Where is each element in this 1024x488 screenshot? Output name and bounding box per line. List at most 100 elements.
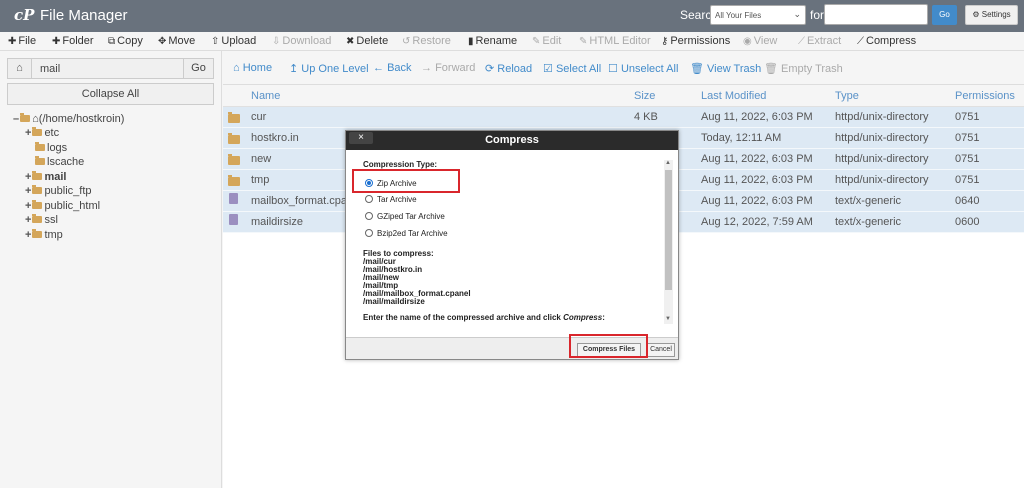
- tree-item-etc[interactable]: + etc: [25, 127, 59, 139]
- home-icon: ⌂: [233, 62, 240, 74]
- copy-button[interactable]: ⧉ Copy: [108, 35, 143, 47]
- column-type[interactable]: Type: [835, 90, 859, 102]
- close-icon: ✖: [346, 36, 355, 47]
- expand-icon[interactable]: +: [25, 214, 31, 226]
- gzip-archive-label[interactable]: GZiped Tar Archive: [377, 212, 445, 221]
- arrow-left-icon: ←: [373, 62, 384, 74]
- column-size[interactable]: Size: [634, 90, 655, 102]
- folder-icon: [32, 214, 43, 223]
- table-header: Name Size Last Modified Type Permissions: [223, 85, 1024, 107]
- compression-type-label: Compression Type:: [363, 160, 438, 169]
- cell-modified: Today, 12:11 AM: [701, 132, 782, 144]
- compress-button[interactable]: ⟋ Compress: [857, 35, 916, 47]
- tar-archive-label[interactable]: Tar Archive: [377, 195, 417, 204]
- cancel-button[interactable]: Cancel: [647, 343, 675, 357]
- search-scope-select[interactable]: All Your Files ⌄: [710, 5, 806, 25]
- instruction-suffix: :: [602, 313, 605, 322]
- view-trash-button[interactable]: 🗑 View Trash: [690, 62, 761, 75]
- home-button[interactable]: ⌂ Home: [233, 62, 272, 74]
- reload-button[interactable]: ⟳ Reload: [485, 62, 532, 75]
- folder-icon: [227, 112, 242, 126]
- search-go-button[interactable]: Go: [932, 5, 957, 25]
- tree-item-public-html[interactable]: + public_html: [25, 200, 100, 212]
- cpanel-logo[interactable]: cP: [14, 6, 34, 24]
- path-go-button[interactable]: Go: [183, 59, 213, 78]
- bzip2-archive-radio[interactable]: [365, 229, 373, 237]
- permissions-button[interactable]: ⚷ Permissions: [661, 35, 730, 47]
- tree-item-public-ftp[interactable]: + public_ftp: [25, 185, 92, 197]
- cell-name: hostkro.in: [251, 132, 299, 144]
- unselect-all-button[interactable]: ☐ Unselect All: [608, 62, 678, 75]
- empty-trash-button[interactable]: 🗑 Empty Trash: [764, 62, 843, 75]
- home-icon[interactable]: ⌂: [8, 59, 32, 78]
- dialog-scrollbar[interactable]: ▲ ▼: [664, 160, 673, 324]
- cell-perms: 0751: [955, 153, 980, 165]
- expand-icon[interactable]: +: [25, 171, 31, 183]
- folder-icon: [35, 156, 45, 165]
- folder-icon: [35, 142, 45, 151]
- search-input[interactable]: [824, 4, 928, 25]
- search-scope-value: All Your Files: [715, 11, 762, 20]
- restore-button[interactable]: ↺ Restore: [402, 35, 451, 47]
- cell-modified: Aug 11, 2022, 6:03 PM: [701, 174, 813, 186]
- new-file-button[interactable]: ✚ File: [8, 35, 36, 47]
- html-editor-button[interactable]: ✎ HTML Editor: [579, 35, 651, 47]
- expand-icon[interactable]: +: [25, 185, 31, 197]
- cell-modified: Aug 11, 2022, 6:03 PM: [701, 111, 813, 123]
- edit-button[interactable]: ✎ Edit: [532, 35, 561, 47]
- forward-button[interactable]: → Forward: [421, 62, 475, 74]
- delete-button[interactable]: ✖ Delete: [346, 35, 388, 47]
- scroll-thumb[interactable]: [665, 170, 672, 290]
- expand-icon[interactable]: +: [25, 127, 31, 139]
- folder-icon: [32, 171, 43, 180]
- gear-icon: ⚙: [972, 10, 980, 19]
- extract-button[interactable]: ⟋ Extract: [798, 35, 841, 47]
- up-one-level-button[interactable]: ↥ Up One Level: [289, 62, 369, 75]
- tar-archive-radio[interactable]: [365, 195, 373, 203]
- folder-icon: [227, 175, 242, 189]
- upload-button[interactable]: ⇧ Upload: [211, 35, 256, 47]
- table-row[interactable]: cur 4 KB Aug 11, 2022, 6:03 PM httpd/uni…: [223, 107, 1024, 128]
- edit-label: Edit: [542, 35, 562, 47]
- cell-modified: Aug 11, 2022, 6:03 PM: [701, 195, 813, 207]
- rename-button[interactable]: ▮ Rename: [468, 35, 517, 47]
- column-name[interactable]: Name: [251, 90, 280, 102]
- compress-files-highlight: [569, 334, 648, 358]
- column-permissions[interactable]: Permissions: [955, 90, 1015, 102]
- cell-modified: Aug 11, 2022, 6:03 PM: [701, 153, 813, 165]
- view-button[interactable]: ◉ View: [743, 35, 777, 47]
- download-button[interactable]: ⇩ Download: [272, 35, 331, 47]
- column-last-modified[interactable]: Last Modified: [701, 90, 766, 102]
- expand-icon[interactable]: +: [25, 200, 31, 212]
- settings-button[interactable]: ⚙ Settings: [965, 5, 1018, 25]
- tree-item-mail[interactable]: + mail: [25, 171, 66, 183]
- tree-item-lscache[interactable]: lscache: [34, 156, 84, 168]
- path-input[interactable]: mail: [40, 63, 60, 75]
- tree-item-tmp[interactable]: + tmp: [25, 229, 63, 241]
- cell-modified: Aug 12, 2022, 7:59 AM: [701, 216, 813, 228]
- checkbox-checked-icon: ☑: [543, 63, 553, 75]
- compress-dialog: Compress × Compression Type: Zip Archive…: [345, 130, 679, 360]
- expand-icon[interactable]: +: [25, 229, 31, 241]
- tree-item-ssl[interactable]: + ssl: [25, 214, 58, 226]
- collapse-all-button[interactable]: Collapse All: [7, 83, 214, 105]
- select-all-label: Select All: [555, 63, 602, 75]
- scroll-up-icon[interactable]: ▲: [665, 160, 671, 166]
- tree-item-logs[interactable]: logs: [34, 142, 67, 154]
- collapse-icon[interactable]: –: [13, 113, 19, 125]
- dialog-header: Compress ×: [346, 131, 678, 150]
- empty-trash-label: Empty Trash: [781, 63, 843, 75]
- select-all-button[interactable]: ☑ Select All: [543, 62, 601, 75]
- move-button[interactable]: ✥ Move: [158, 35, 195, 47]
- scroll-down-icon[interactable]: ▼: [665, 316, 671, 322]
- new-folder-button[interactable]: ✚ Folder: [52, 35, 94, 47]
- unselect-all-label: Unselect All: [620, 63, 679, 75]
- cell-type: text/x-generic: [835, 216, 902, 228]
- gzip-archive-radio[interactable]: [365, 212, 373, 220]
- close-icon[interactable]: ×: [349, 132, 373, 144]
- html-editor-label: HTML Editor: [589, 35, 651, 47]
- tree-item-label: ssl: [44, 214, 58, 226]
- tree-root[interactable]: – ⌂(/home/hostkroin): [13, 113, 124, 125]
- bzip2-archive-label[interactable]: Bzip2ed Tar Archive: [377, 229, 448, 238]
- back-button[interactable]: ← Back: [373, 62, 412, 74]
